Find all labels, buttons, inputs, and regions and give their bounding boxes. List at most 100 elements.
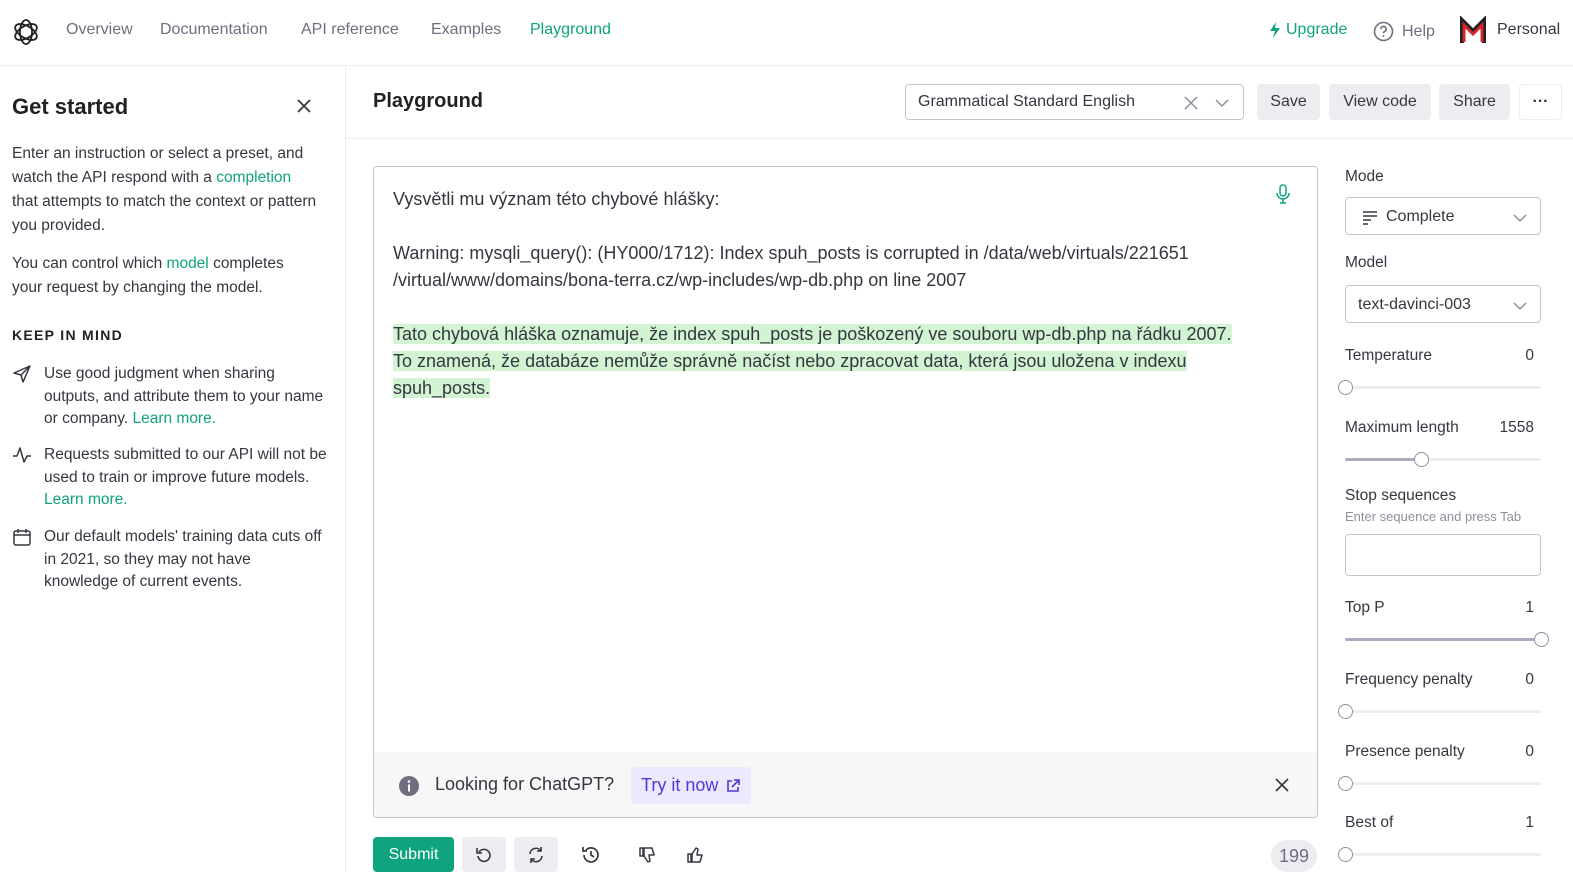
complete-mode-icon <box>1363 211 1377 225</box>
chevron-down-icon <box>1513 214 1527 223</box>
help-circle-icon <box>1373 21 1394 42</box>
tip-text: Our default models' training data cuts o… <box>44 528 322 590</box>
try-it-now-label: Try it now <box>641 775 719 795</box>
thumbs-down-button[interactable] <box>625 837 669 872</box>
external-link-icon <box>727 779 741 792</box>
top-p-slider[interactable] <box>1345 632 1549 647</box>
frequency-penalty-value[interactable]: 0 <box>1500 671 1534 689</box>
presence-penalty-value[interactable]: 0 <box>1500 743 1534 761</box>
temperature-slider[interactable] <box>1338 380 1541 395</box>
completion-text: Tato chybová hláška oznamuje, že index s… <box>393 324 1232 344</box>
learn-more-link[interactable]: Learn more. <box>44 491 128 508</box>
top-p-value[interactable]: 1 <box>1500 599 1534 617</box>
slider-thumb[interactable] <box>1338 704 1353 719</box>
share-button[interactable]: Share <box>1439 84 1510 120</box>
microphone-icon[interactable] <box>1275 184 1291 204</box>
slider-thumb[interactable] <box>1414 452 1430 467</box>
top-p-label: Top P <box>1345 599 1385 616</box>
top-nav: Overview Documentation API reference Exa… <box>0 0 1573 66</box>
learn-more-link[interactable]: Learn more. <box>132 410 216 427</box>
stop-sequences-hint: Enter sequence and press Tab <box>1345 509 1522 524</box>
tip-item: Requests submitted to our API will not b… <box>12 444 327 512</box>
max-length-label: Maximum length <box>1345 419 1459 436</box>
history-button[interactable] <box>569 837 613 872</box>
sidebar-intro: Enter an instruction or select a preset,… <box>12 142 317 238</box>
thumbs-up-button[interactable] <box>673 837 717 872</box>
banner-question: Looking for ChatGPT? <box>435 774 615 794</box>
intro-text-2: that attempts to match the context or pa… <box>12 193 317 234</box>
completion-link[interactable]: completion <box>216 169 291 186</box>
completion-text: To znamená, že databáze nemůže správně n… <box>393 351 1187 371</box>
get-started-sidebar: Get started Enter an instruction or sele… <box>0 66 346 872</box>
openai-logo-icon[interactable] <box>11 17 41 47</box>
chevron-down-icon[interactable] <box>1214 95 1230 111</box>
thumbs-down-icon <box>639 846 655 863</box>
save-button[interactable]: Save <box>1257 84 1320 120</box>
slider-thumb[interactable] <box>1534 632 1549 647</box>
account-name[interactable]: Personal <box>1497 21 1560 39</box>
frequency-penalty-slider[interactable] <box>1338 704 1541 719</box>
undo-button[interactable] <box>462 837 506 872</box>
model-link[interactable]: model <box>167 255 209 272</box>
temperature-value[interactable]: 0 <box>1500 347 1534 365</box>
mode-select[interactable]: Complete <box>1345 197 1541 235</box>
temperature-label: Temperature <box>1345 347 1433 364</box>
submit-button[interactable]: Submit <box>373 837 454 872</box>
lightning-icon <box>1270 22 1280 38</box>
avatar[interactable] <box>1459 16 1487 46</box>
best-of-slider[interactable] <box>1338 847 1541 862</box>
slider-thumb[interactable] <box>1338 847 1353 862</box>
keep-in-mind-heading: KEEP IN MIND <box>12 327 124 343</box>
info-icon <box>399 776 419 796</box>
help-label: Help <box>1402 22 1435 40</box>
max-length-value[interactable]: 1558 <box>1480 419 1534 437</box>
slider-fill <box>1345 458 1422 461</box>
presence-penalty-slider[interactable] <box>1338 776 1541 791</box>
chevron-down-icon <box>1513 302 1527 311</box>
help-button[interactable]: Help <box>1373 21 1435 42</box>
stop-sequences-input[interactable] <box>1345 534 1541 576</box>
tip-text: Requests submitted to our API will not b… <box>44 446 327 486</box>
tip-item: Our default models' training data cuts o… <box>12 526 327 594</box>
preset-value: Grammatical Standard English <box>918 93 1135 110</box>
view-code-button[interactable]: View code <box>1329 84 1431 120</box>
nav-examples[interactable]: Examples <box>431 21 501 39</box>
chatgpt-banner: Looking for ChatGPT? Try it now <box>374 752 1317 817</box>
sidebar-model-note: You can control which model completes yo… <box>12 252 317 300</box>
regenerate-button[interactable] <box>514 837 558 872</box>
slider-thumb[interactable] <box>1338 380 1353 395</box>
thumbs-up-icon <box>687 846 703 863</box>
model-note-text: You can control which <box>12 255 163 272</box>
nav-documentation[interactable]: Documentation <box>160 21 268 39</box>
model-value: text-davinci-003 <box>1358 296 1471 313</box>
prompt-instruction: Vysvětli mu význam této chybové hlášky: <box>393 189 720 209</box>
playground-header: Playground Grammatical Standard English … <box>346 66 1573 139</box>
completion-text: spuh_posts. <box>393 378 491 398</box>
history-icon <box>582 846 599 863</box>
nav-playground[interactable]: Playground <box>530 21 611 39</box>
activity-icon <box>13 447 31 463</box>
upgrade-button[interactable]: Upgrade <box>1268 21 1347 39</box>
max-length-slider[interactable] <box>1345 452 1541 467</box>
frequency-penalty-label: Frequency penalty <box>1345 671 1473 688</box>
slider-thumb[interactable] <box>1338 776 1353 791</box>
prompt-warning-line: Warning: mysqli_query(): (HY000/1712): I… <box>393 243 1189 263</box>
prompt-editor[interactable]: Vysvětli mu význam této chybové hlášky: … <box>373 166 1318 818</box>
send-icon <box>13 365 31 383</box>
try-it-now-link[interactable]: Try it now <box>631 767 752 804</box>
clear-preset-icon[interactable] <box>1183 95 1199 111</box>
more-options-button[interactable]: ··· <box>1519 84 1562 120</box>
close-banner-icon[interactable] <box>1274 777 1290 793</box>
calendar-icon <box>13 529 31 546</box>
upgrade-label: Upgrade <box>1286 21 1348 38</box>
nav-api-reference[interactable]: API reference <box>301 21 399 39</box>
close-icon[interactable] <box>294 96 314 116</box>
nav-overview[interactable]: Overview <box>66 21 133 39</box>
best-of-label: Best of <box>1345 814 1394 831</box>
prompt-text[interactable]: Vysvětli mu význam této chybové hlášky: … <box>393 186 1273 402</box>
model-select[interactable]: text-davinci-003 <box>1345 285 1541 323</box>
best-of-value[interactable]: 1 <box>1500 814 1534 832</box>
slider-fill <box>1345 638 1541 641</box>
preset-select[interactable]: Grammatical Standard English <box>905 84 1244 120</box>
stop-sequences-label: Stop sequences <box>1345 487 1457 504</box>
